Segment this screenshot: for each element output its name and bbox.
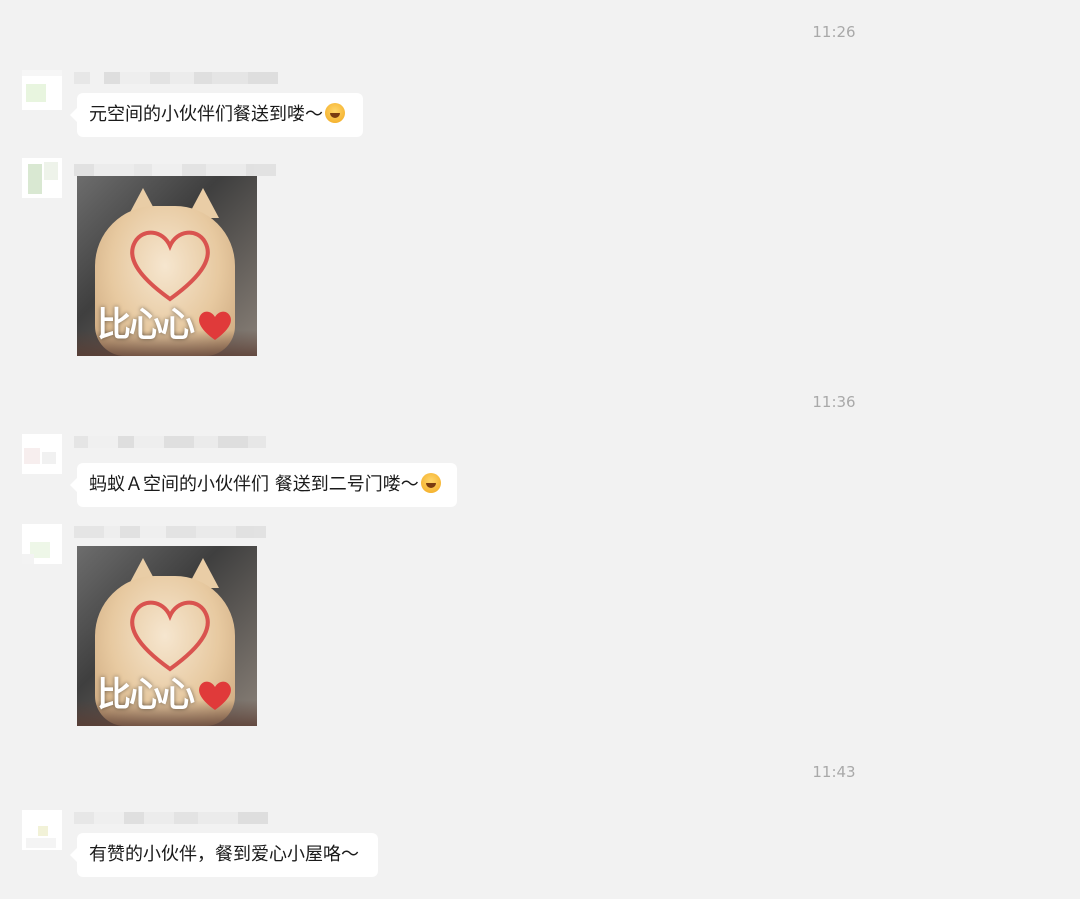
- message-bubble[interactable]: 元空间的小伙伴们餐送到喽～: [70, 93, 363, 137]
- sender-name-blurred: [74, 72, 300, 84]
- avatar[interactable]: [22, 158, 62, 198]
- sender-name-blurred: [74, 812, 300, 824]
- sender-name-blurred: [74, 436, 300, 448]
- message-text: 有赞的小伙伴，餐到爱心小屋咯～: [89, 844, 359, 865]
- red-heart-icon: [199, 681, 231, 710]
- message-text: 元空间的小伙伴们餐送到喽～: [89, 104, 323, 125]
- sticker-caption: 比心心: [97, 675, 195, 715]
- message-text: 蚂蚁Ａ空间的小伙伴们 餐送到二号门喽～: [89, 474, 419, 495]
- sticker-caption: 比心心: [97, 305, 195, 345]
- message-bubble[interactable]: 蚂蚁Ａ空间的小伙伴们 餐送到二号门喽～: [70, 463, 457, 507]
- timestamp: 11:43: [812, 763, 856, 781]
- timestamp: 11:26: [812, 23, 856, 41]
- avatar[interactable]: [22, 524, 62, 564]
- heart-outline-icon: [130, 230, 210, 302]
- sender-name-blurred: [74, 526, 300, 538]
- grinning-face-icon: [325, 103, 345, 123]
- heart-outline-icon: [130, 600, 210, 672]
- sticker-image[interactable]: 比心心: [77, 546, 257, 726]
- message-bubble[interactable]: 有赞的小伙伴，餐到爱心小屋咯～: [70, 833, 378, 877]
- avatar[interactable]: [22, 434, 62, 474]
- red-heart-icon: [199, 311, 231, 340]
- grinning-face-icon: [420, 473, 441, 493]
- timestamp: 11:36: [812, 393, 856, 411]
- avatar[interactable]: [22, 810, 62, 850]
- sticker-image[interactable]: 比心心: [77, 176, 257, 356]
- sender-name-blurred: [74, 164, 300, 176]
- avatar[interactable]: [22, 70, 62, 110]
